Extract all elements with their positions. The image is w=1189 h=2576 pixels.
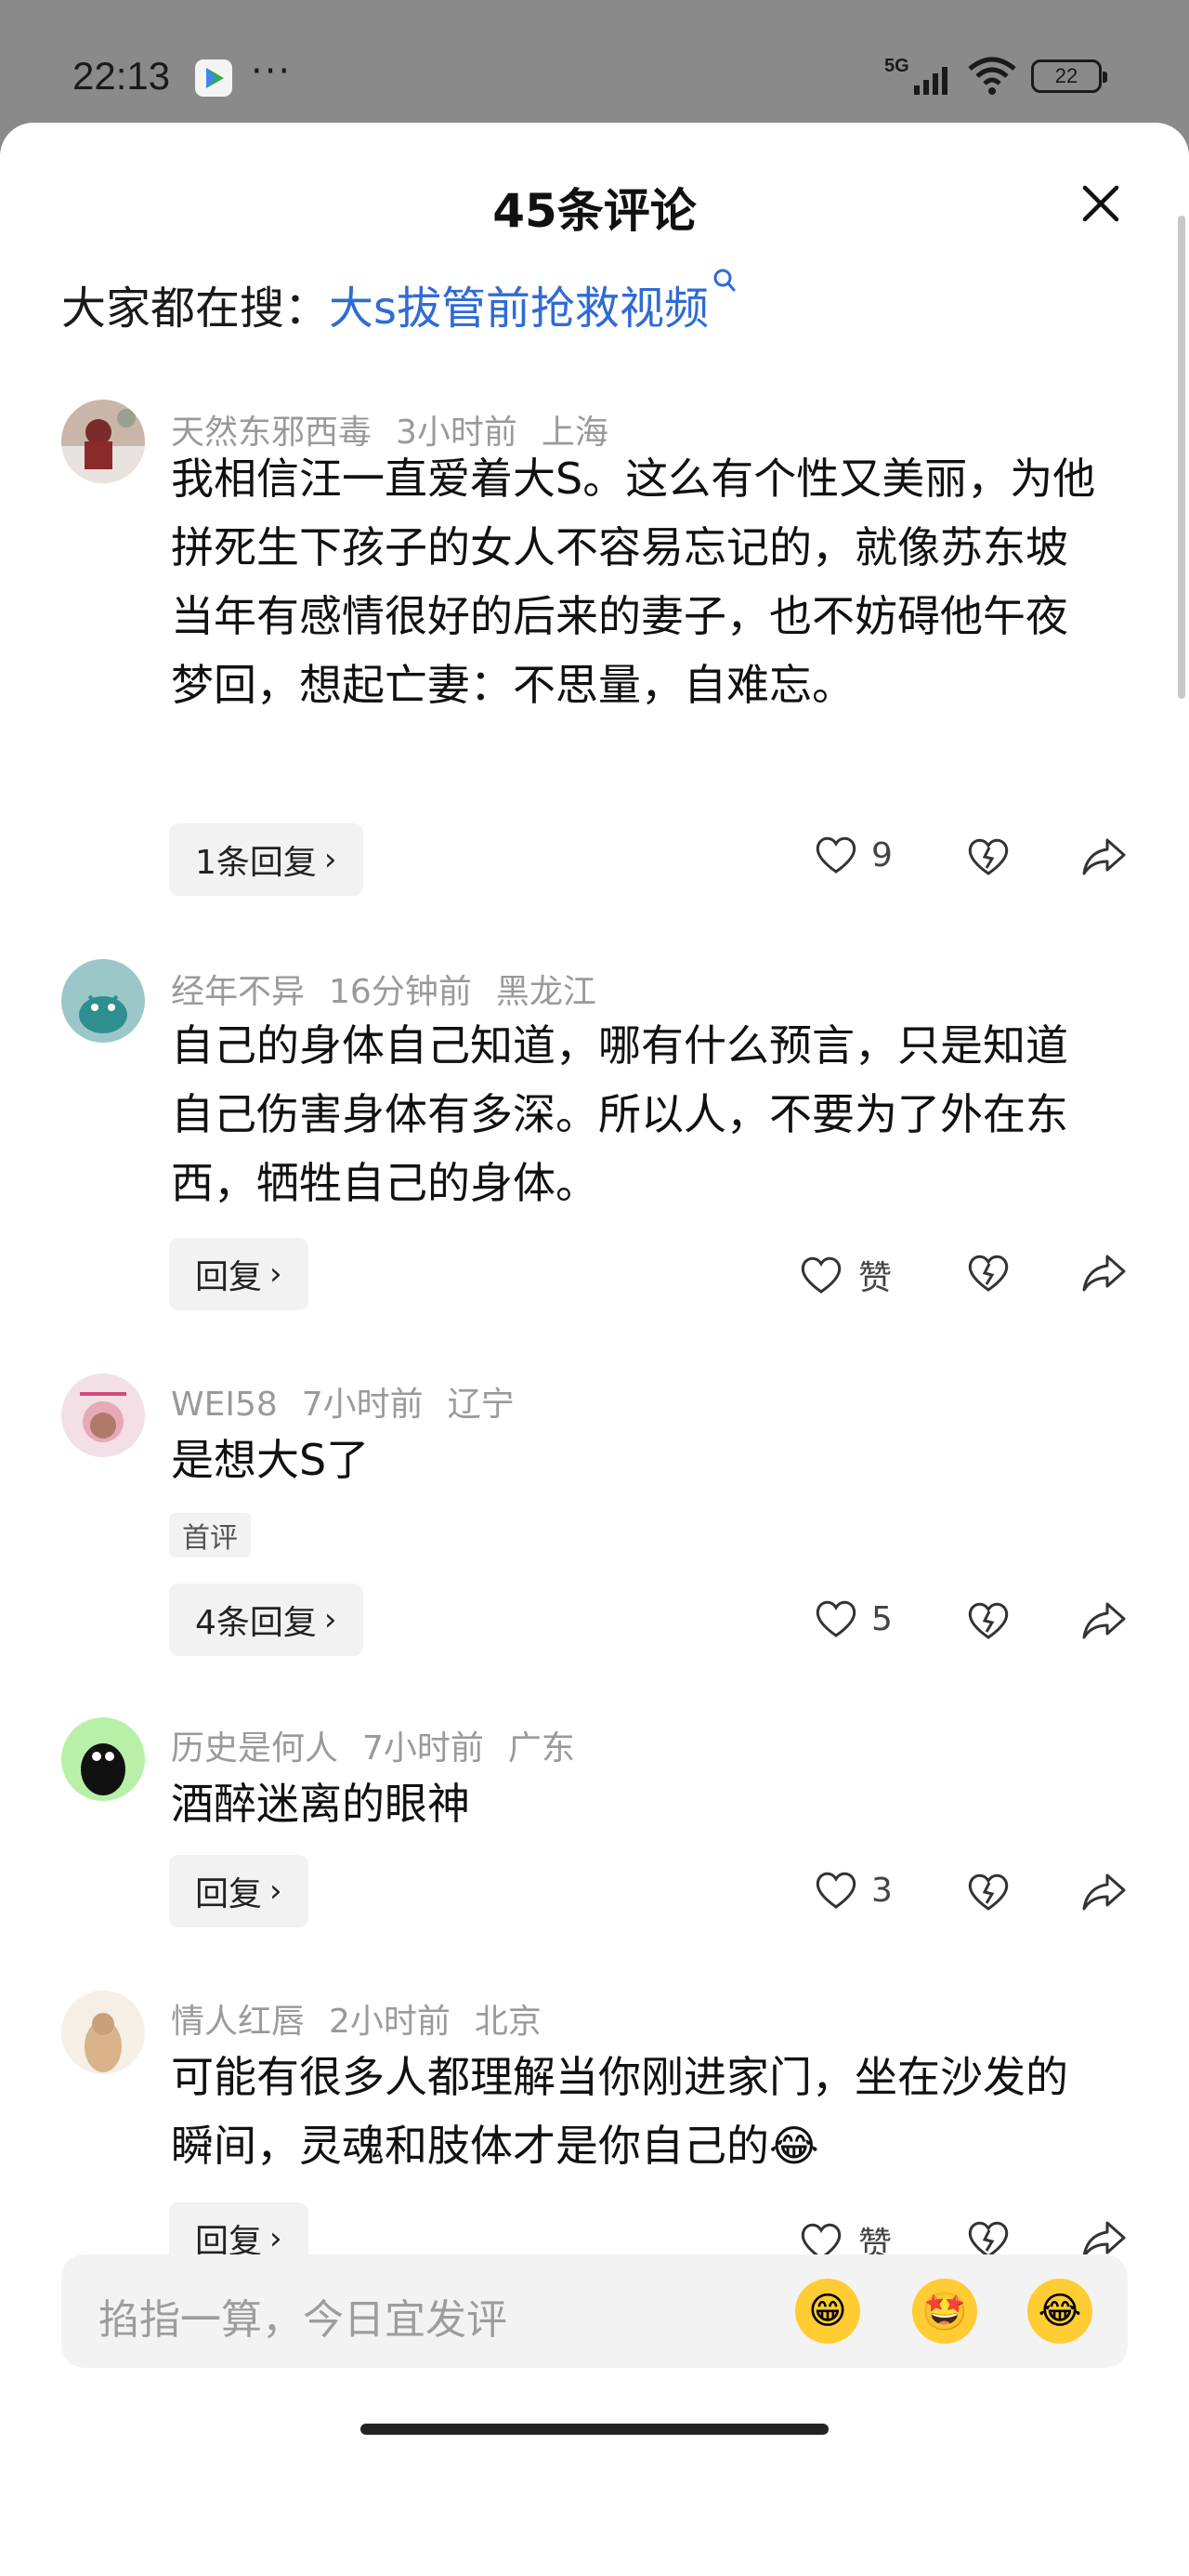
signal-icon	[914, 67, 947, 95]
battery-icon: 22	[1031, 59, 1107, 93]
close-icon[interactable]	[1078, 180, 1124, 227]
comment-text[interactable]: 我相信汪一直爱着大S。这么有个性又美丽，为他拼死生下孩子的女人不容易忘记的，就像…	[171, 444, 1109, 719]
avatar[interactable]	[61, 1373, 145, 1457]
laugh-cry-emoji-button[interactable]: 😂	[1027, 2279, 1092, 2344]
grin-emoji-button[interactable]: 😁	[795, 2279, 860, 2344]
sheet-title: 45条评论	[492, 184, 697, 238]
reply-label: 回复	[195, 1258, 263, 1296]
comment-input[interactable]: 掐指一算，今日宜发评	[98, 2286, 507, 2346]
trending-search-label: 大家都在搜：	[61, 283, 330, 335]
chevron-right-icon: ›	[269, 2220, 282, 2257]
avatar[interactable]	[61, 959, 145, 1043]
status-time: 22:13	[72, 54, 171, 98]
reply-label: 1条回复	[195, 844, 317, 882]
reply-button[interactable]: 回复 ›	[169, 1855, 308, 1927]
reply-button[interactable]: 回复 ›	[169, 1238, 308, 1310]
network-type: 5G	[884, 56, 909, 76]
status-bar: 22:13 ··· 5G 22	[0, 0, 1189, 123]
chevron-right-icon: ›	[269, 1255, 282, 1293]
reply-label: 4条回复	[195, 1604, 317, 1642]
chevron-right-icon: ›	[269, 1873, 282, 1910]
avatar[interactable]	[61, 1717, 145, 1801]
trending-search-keyword[interactable]: 大s拔管前抢救视频	[329, 283, 709, 335]
star-eyes-emoji-button[interactable]: 🤩	[912, 2279, 977, 2344]
trending-search[interactable]: 大家都在搜：大s拔管前抢救视频	[61, 269, 737, 336]
reply-button[interactable]: 1条回复 ›	[169, 823, 363, 896]
chevron-right-icon: ›	[323, 1601, 337, 1638]
more-dots: ···	[251, 50, 293, 93]
comment-input-bar[interactable]: 掐指一算，今日宜发评 😁 🤩 😂	[61, 2254, 1128, 2368]
chevron-right-icon: ›	[323, 841, 337, 878]
search-icon	[713, 269, 736, 292]
app-store-icon	[195, 59, 232, 97]
reply-label: 回复	[195, 1875, 263, 1913]
avatar[interactable]	[61, 400, 145, 483]
reply-button[interactable]: 4条回复 ›	[169, 1584, 363, 1656]
avatar[interactable]	[61, 1991, 145, 2074]
battery-level: 22	[1054, 64, 1078, 87]
wifi-icon	[968, 57, 1016, 95]
